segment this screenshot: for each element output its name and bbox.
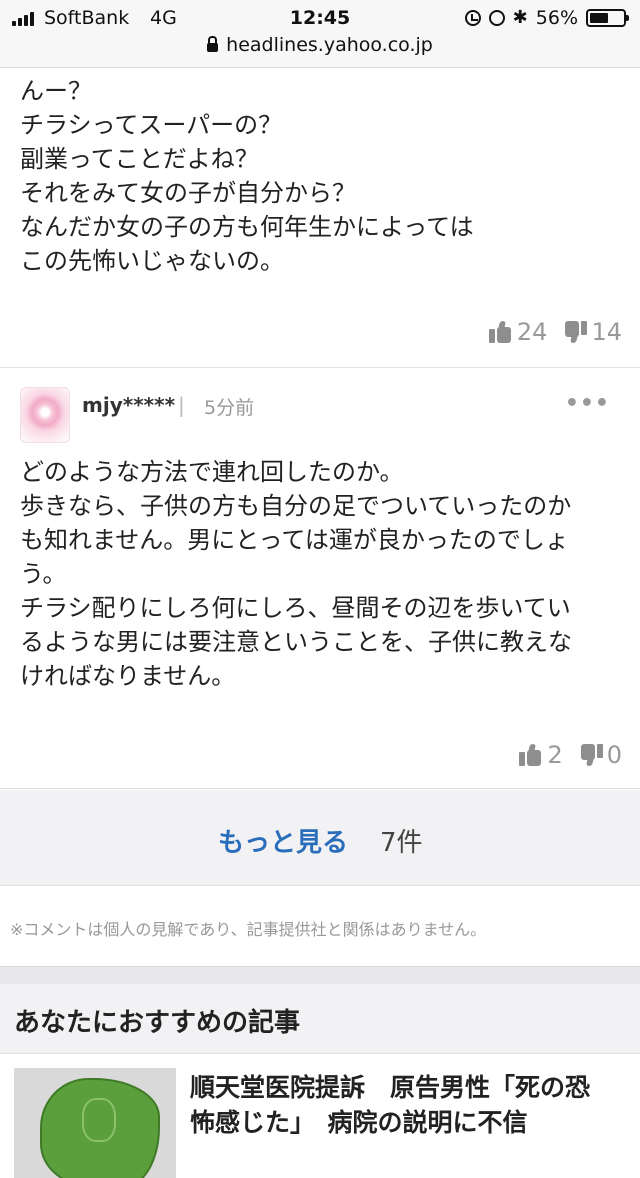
alarm-icon [488, 10, 505, 26]
rotation-lock-icon [464, 10, 481, 26]
section-header: あなたにおすすめの記事 [0, 984, 640, 1054]
like-button[interactable]: 2 [519, 741, 563, 769]
comment-text: どのような方法で連れ回したのか。 歩きなら、子供の方も自分の足でついていったのか… [20, 458, 572, 690]
recommended-article[interactable]: 順天堂医院提訴 原告男性「死の恐怖感じた」 病院の説明に不信 [0, 1068, 640, 1178]
battery-percent: 56% [535, 7, 578, 29]
recommended-section: あなたにおすすめの記事 順天堂医院提訴 原告男性「死の恐怖感じた」 病院の説明に… [0, 984, 640, 1178]
dislike-count: 14 [591, 318, 622, 346]
address-bar[interactable]: headlines.yahoo.co.jp [0, 34, 640, 56]
bluetooth-icon: ✱ [512, 7, 528, 28]
comment-card: mjy***** | 5分前 ••• どのような方法で連れ回したのか。 歩きなら… [0, 369, 640, 789]
like-count: 24 [516, 318, 548, 346]
dislike-button[interactable]: 14 [563, 318, 622, 346]
dislike-button[interactable]: 0 [579, 741, 622, 769]
like-count: 2 [547, 741, 563, 769]
section-title: あなたにおすすめの記事 [14, 1008, 301, 1038]
comment-time: 5分前 [204, 397, 255, 419]
thumbs-down-icon [563, 321, 588, 343]
thumbs-up-icon [519, 744, 543, 766]
thumbs-up-icon [488, 321, 513, 343]
avatar[interactable] [20, 387, 70, 443]
more-comments-count: 7件 [380, 828, 423, 858]
map-image [40, 1078, 160, 1178]
more-options-icon[interactable]: ••• [565, 391, 610, 416]
meta-separator: | [178, 393, 185, 417]
battery-icon [586, 9, 629, 27]
like-button[interactable]: 24 [488, 318, 548, 346]
status-bar: SoftBank 4G 12:45 ✱ 56% headlines.yahoo.… [0, 0, 640, 68]
more-comments-link[interactable]: もっと見る [218, 822, 348, 859]
url-text: headlines.yahoo.co.jp [226, 34, 433, 56]
article-title[interactable]: 順天堂医院提訴 原告男性「死の恐怖感じた」 病院の説明に不信 [190, 1070, 610, 1140]
dislike-count: 0 [606, 741, 622, 769]
article-thumbnail[interactable] [14, 1068, 176, 1178]
disclaimer: ※コメントは個人の見解であり、記事提供社と関係はありません。 [0, 886, 640, 966]
thumbs-down-icon [579, 744, 603, 766]
comment-votes: 24 14 [488, 318, 622, 346]
comment-text: んー？ チラシってスーパーの？ 副業ってことだよね？ それをみて女の子が自分から… [20, 77, 474, 275]
lock-icon [207, 36, 219, 52]
more-comments-bar: もっと見る 7件 [0, 790, 640, 886]
comment-votes: 2 0 [519, 741, 622, 769]
comment-username[interactable]: mjy***** [82, 393, 175, 417]
disclaimer-text: ※コメントは個人の見解であり、記事提供社と関係はありません。 [10, 920, 487, 939]
section-divider [0, 966, 640, 984]
